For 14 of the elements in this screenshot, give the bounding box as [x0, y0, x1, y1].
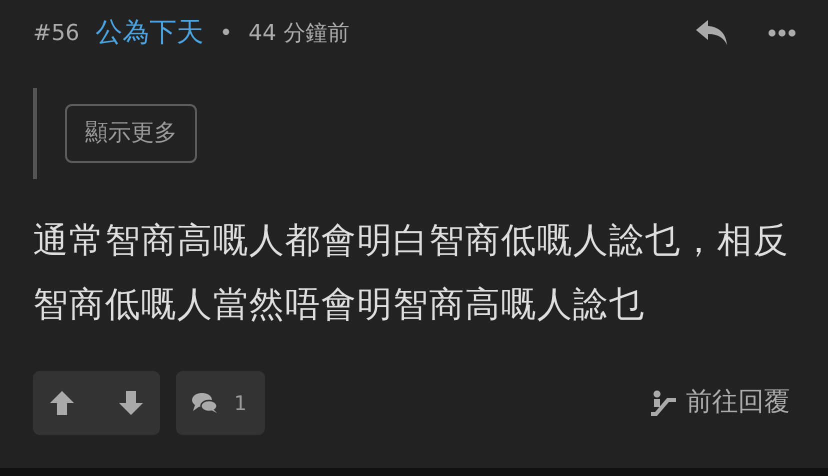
post-body: 通常智商高嘅人都會明白智商低嘅人諗乜，相反智商低嘅人當然唔會明智商高嘅人諗乜: [33, 220, 790, 326]
upvote-icon[interactable]: [49, 390, 75, 416]
comments-button[interactable]: 1: [176, 370, 265, 434]
show-more-button[interactable]: 顯示更多: [65, 104, 197, 162]
escalator-icon: [650, 390, 678, 416]
more-icon[interactable]: [768, 29, 796, 37]
goto-reply-link[interactable]: 前往回覆: [644, 382, 796, 423]
author-name[interactable]: 公為下天: [95, 12, 204, 54]
post-number: #56: [33, 20, 80, 48]
downvote-icon[interactable]: [118, 390, 144, 416]
separator-dot: •: [219, 20, 232, 48]
reply-icon[interactable]: [696, 20, 728, 46]
speech-bubbles-icon: [192, 392, 218, 414]
post-time: 44 分鐘前: [248, 20, 350, 48]
